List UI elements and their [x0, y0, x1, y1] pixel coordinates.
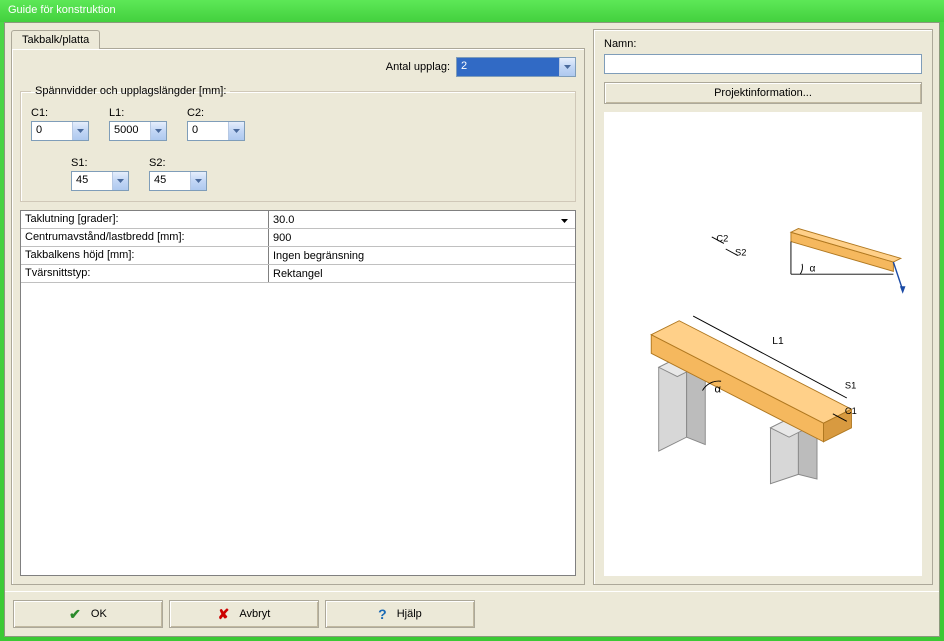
tvarsnitt-label: Tvärsnittstyp: — [21, 265, 269, 282]
tab-container: Takbalk/platta Antal upplag: 2 — [11, 29, 585, 585]
l1-combo[interactable]: 5000 — [109, 121, 167, 141]
s2-label: S2: — [149, 157, 207, 169]
chevron-down-icon[interactable] — [559, 58, 575, 76]
antal-upplag-label: Antal upplag: — [386, 61, 450, 73]
c1-label: C1: — [31, 107, 89, 119]
hojd-label: Takbalkens höjd [mm]: — [21, 247, 269, 264]
centrum-value: 900 — [273, 232, 291, 244]
window-body: Takbalk/platta Antal upplag: 2 — [4, 22, 940, 637]
tab-content: Antal upplag: 2 Spännvidder och upplagsl… — [11, 48, 585, 585]
chevron-down-icon[interactable] — [557, 214, 571, 226]
s1-combo[interactable]: 45 — [71, 171, 129, 191]
tab-label: Takbalk/platta — [22, 34, 89, 46]
s1-label: S1: — [71, 157, 129, 169]
dim-s2: S2 — [735, 248, 746, 258]
window-title: Guide för konstruktion — [8, 4, 116, 16]
row-hojd[interactable]: Takbalkens höjd [mm]: Ingen begränsning — [21, 247, 575, 265]
dim-alpha2: α — [810, 263, 816, 274]
right-panel: Namn: Projektinformation... — [593, 29, 933, 585]
namn-label: Namn: — [604, 38, 922, 50]
help-button[interactable]: ? Hjälp — [325, 600, 475, 628]
col-l1: L1: 5000 — [109, 107, 167, 141]
s2-combo[interactable]: 45 — [149, 171, 207, 191]
chevron-down-icon[interactable] — [150, 122, 166, 140]
taklutning-value: 30.0 — [273, 214, 294, 226]
left-panel: Takbalk/platta Antal upplag: 2 — [11, 29, 585, 585]
tab-takbalk[interactable]: Takbalk/platta — [11, 30, 100, 49]
help-label: Hjälp — [397, 608, 422, 620]
hojd-value: Ingen begränsning — [273, 250, 364, 262]
projektinformation-button[interactable]: Projektinformation... — [604, 82, 922, 104]
l1-value: 5000 — [110, 122, 150, 140]
c1-value: 0 — [32, 122, 72, 140]
col-c1: C1: 0 — [31, 107, 89, 141]
tvarsnitt-value: Rektangel — [273, 268, 323, 280]
diagram-area: L1 α S1 C1 α — [604, 112, 922, 576]
tab-header: Takbalk/platta — [11, 30, 585, 49]
antal-upplag-combo[interactable]: 2 — [456, 57, 576, 77]
chevron-down-icon[interactable] — [228, 122, 244, 140]
cross-icon: ✘ — [218, 606, 230, 623]
namn-input[interactable] — [604, 54, 922, 74]
c2-combo[interactable]: 0 — [187, 121, 245, 141]
row-tvarsnitt[interactable]: Tvärsnittstyp: Rektangel — [21, 265, 575, 283]
taklutning-value-cell[interactable]: 30.0 — [269, 211, 575, 228]
row-centrum[interactable]: Centrumavstånd/lastbredd [mm]: 900 — [21, 229, 575, 247]
span-row-1: C1: 0 L1: 5000 — [31, 107, 565, 141]
row-taklutning[interactable]: Taklutning [grader]: 30.0 — [21, 211, 575, 229]
button-bar: ✔ OK ✘ Avbryt ? Hjälp — [5, 591, 939, 636]
check-icon: ✔ — [69, 606, 81, 623]
chevron-down-icon[interactable] — [190, 172, 206, 190]
dim-s1: S1 — [845, 381, 856, 391]
s1-value: 45 — [72, 172, 112, 190]
spannvidder-legend: Spännvidder och upplagslängder [mm]: — [31, 85, 230, 97]
antal-upplag-value: 2 — [457, 58, 559, 76]
cancel-button[interactable]: ✘ Avbryt — [169, 600, 319, 628]
col-s1: S1: 45 — [71, 157, 129, 191]
centrum-label: Centrumavstånd/lastbredd [mm]: — [21, 229, 269, 246]
span-row-2: S1: 45 S2: 45 — [71, 157, 565, 191]
c2-label: C2: — [187, 107, 245, 119]
dim-l1: L1 — [772, 336, 784, 347]
dim-alpha: α — [715, 383, 722, 395]
beam-diagram: L1 α S1 C1 α — [614, 194, 912, 494]
dim-c1: C1 — [845, 406, 857, 416]
main-area: Takbalk/platta Antal upplag: 2 — [5, 23, 939, 591]
cancel-label: Avbryt — [239, 608, 270, 620]
property-table: Taklutning [grader]: 30.0 Centrumavstånd… — [20, 210, 576, 576]
title-bar: Guide för konstruktion — [0, 0, 944, 22]
chevron-down-icon[interactable] — [72, 122, 88, 140]
help-icon: ? — [378, 606, 387, 622]
dim-c2: C2 — [716, 234, 728, 244]
row-antal-upplag: Antal upplag: 2 — [20, 57, 576, 77]
ok-button[interactable]: ✔ OK — [13, 600, 163, 628]
c2-value: 0 — [188, 122, 228, 140]
l1-label: L1: — [109, 107, 167, 119]
ok-label: OK — [91, 608, 107, 620]
col-s2: S2: 45 — [149, 157, 207, 191]
taklutning-label: Taklutning [grader]: — [21, 211, 269, 228]
s2-value: 45 — [150, 172, 190, 190]
spannvidder-group: Spännvidder och upplagslängder [mm]: C1:… — [20, 85, 576, 202]
col-c2: C2: 0 — [187, 107, 245, 141]
chevron-down-icon[interactable] — [112, 172, 128, 190]
projektinformation-label: Projektinformation... — [714, 87, 812, 99]
c1-combo[interactable]: 0 — [31, 121, 89, 141]
